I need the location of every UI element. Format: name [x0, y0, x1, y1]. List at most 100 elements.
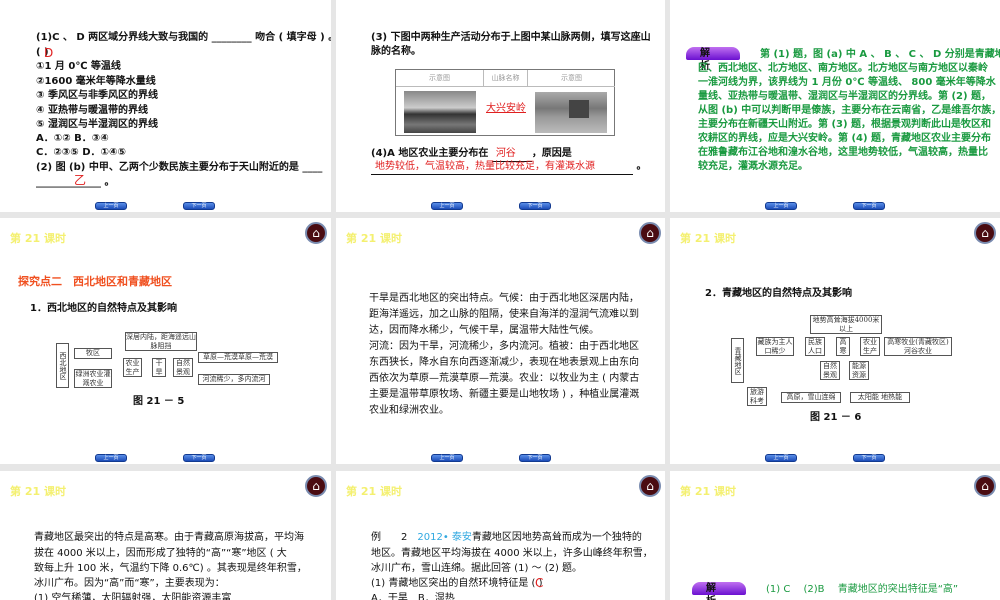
text-line: 冰川广布。因为“高”而“寒”，主要表现为： — [34, 578, 225, 589]
text-line: (1) 青藏地区突出的自然环境特征是 ( ) — [371, 578, 543, 589]
slide-8[interactable]: 第 21 课时 ⌂ 例 2 2012• 泰安青藏地区因地势高耸而成为一个独特的 … — [336, 471, 665, 600]
section-heading: 探究点二 西北地区和青藏地区 — [18, 275, 172, 288]
text-line: 河流：因为干旱，河流稀少，多内流河。植被：由于西北地区 — [369, 341, 639, 352]
slide-9[interactable]: 第 21 课时 ⌂ 解析 (1) C (2)B 青藏地区的突出特征是“高” — [670, 471, 1000, 600]
diagram-region: 西北地区 — [56, 343, 69, 388]
prev-button[interactable]: 上一页 — [431, 454, 463, 462]
diagram-ethnic: 民族人口 — [805, 337, 825, 356]
diagram-grass: 草原—荒漠草原—荒漠 — [198, 352, 278, 363]
text-line: A．①② B．③④ — [36, 133, 109, 144]
answer-c: C — [535, 576, 544, 590]
diagram-agri: 农业生产 — [860, 337, 880, 356]
prev-button[interactable]: 上一页 — [765, 454, 797, 462]
home-button[interactable]: ⌂ — [639, 475, 661, 497]
text-line: 冰川广布，雪山连绵。据此回答 (1) ～ (2) 题。 — [371, 563, 583, 574]
lesson-title: 第 21 课时 — [346, 232, 402, 245]
analysis-line: 量线、亚热带与暖温带、湿润区与半湿润区的分界线。第 (2) 题， — [698, 91, 992, 102]
text-line: 达，因而降水稀少，气候干旱，属温带大陆性气候。 — [369, 325, 599, 336]
slide-2[interactable]: (3) 下图中两种生产活动分布于上图中某山脉两侧，填写这座山 脉的名称。 示意图… — [336, 0, 665, 212]
text-line: 主要是温带草原牧场、新疆主要是山地牧场 ) ，种植业属灌溉 — [369, 389, 640, 400]
example-label: 例 2 — [371, 532, 408, 543]
analysis-badge: 解析 — [692, 582, 746, 600]
text-line: ③ 季风区与非季风区的界线 — [36, 90, 158, 101]
diagram-agri: 农业生产 — [123, 358, 142, 377]
subheading: 1．西北地区的自然特点及其影响 — [30, 303, 177, 314]
text-line: A．干旱 B．湿热 — [371, 593, 455, 600]
table-header: 示意图 — [528, 70, 615, 87]
home-button[interactable]: ⌂ — [639, 222, 661, 244]
analysis-line: 从图 (b) 中可以判断甲是傣族，主要分布在云南省，乙是维吾尔族， — [698, 105, 1000, 116]
mountain-answer: 大兴安岭 — [486, 103, 526, 114]
diagram-tibetan: 藏族为主人口稀少 — [756, 337, 794, 356]
analysis-badge: 解析 — [686, 47, 740, 72]
slide-1[interactable]: (1)C 、 D 两区域分界线大致与我国的 ________ 吻合 ( 填字母 … — [0, 0, 331, 212]
analysis-line: 较充足，灌溉水源充足。 — [698, 161, 808, 172]
diagram-oasis: 绿洲农业灌溉农业 — [74, 369, 112, 388]
q4-mid: ，原因是 — [531, 148, 572, 159]
slide-6[interactable]: 第 21 课时 ⌂ 2．青藏地区的自然特点及其影响 青藏地区 地势高耸海拔400… — [670, 218, 1000, 464]
pasture-photo — [404, 91, 476, 133]
text-line: ①1 月 0℃ 等温线 — [36, 61, 121, 72]
home-icon: ⌂ — [312, 226, 320, 240]
home-icon: ⌂ — [646, 479, 654, 493]
next-button[interactable]: 下一页 — [183, 454, 215, 462]
text-line: C．②③⑤ D．①④⑤ — [36, 147, 126, 158]
home-button[interactable]: ⌂ — [974, 222, 996, 244]
text-line: ⑤ 湿润区与半湿润区的界线 — [36, 119, 158, 130]
analysis-line: 区、西北地区、北方地区、南方地区。北方地区与南方地区以秦岭 — [698, 63, 988, 74]
diagram-river: 河流稀少，多内流河 — [198, 374, 270, 385]
figure-caption: 图 21 － 5 — [133, 396, 185, 407]
next-button[interactable]: 下一页 — [183, 202, 215, 210]
next-button[interactable]: 下一页 — [519, 202, 551, 210]
subheading: 2．青藏地区的自然特点及其影响 — [705, 288, 852, 299]
diagram-herd: 高寒牧业(青藏牧区)河谷农业 — [884, 337, 952, 356]
slide-4[interactable]: 第 21 课时 ⌂ 探究点二 西北地区和青藏地区 1．西北地区的自然特点及其影响… — [0, 218, 331, 464]
analysis-line: 第 (1) 题，图 (a) 中 A 、 B 、 C 、 D 分别是青藏地 — [760, 49, 1000, 60]
text-line: ②1600 毫米年等降水量线 — [36, 76, 156, 87]
diagram-dry: 干旱 — [152, 358, 166, 377]
text-line: (3) 下图中两种生产活动分布于上图中某山脉两侧，填写这座山 — [371, 32, 651, 43]
figure-caption: 图 21 － 6 — [810, 412, 862, 423]
diagram-solar: 太阳能 地热能 — [850, 392, 910, 403]
prev-button[interactable]: 上一页 — [431, 202, 463, 210]
slide-5[interactable]: 第 21 课时 ⌂ 干旱是西北地区的突出特点。气候：由于西北地区深居内陆， 距海… — [336, 218, 665, 464]
prev-button[interactable]: 上一页 — [95, 454, 127, 462]
diagram-energy: 能源资源 — [849, 361, 869, 380]
diagram-cold: 高寒 — [836, 337, 850, 356]
next-button[interactable]: 下一页 — [519, 454, 551, 462]
home-button[interactable]: ⌂ — [305, 475, 327, 497]
prev-button[interactable]: 上一页 — [765, 202, 797, 210]
text-line: 青藏地区最突出的特点是高寒。由于青藏高原海拔高，平均海 — [34, 532, 304, 543]
analysis-line: 在雅鲁藏布江谷地和湟水谷地，这里地势较低，气温较高，热量比 — [698, 147, 988, 158]
answer-d: D — [44, 46, 54, 60]
slide-7[interactable]: 第 21 课时 ⌂ 青藏地区最突出的特点是高寒。由于青藏高原海拔高，平均海 拔在… — [0, 471, 331, 600]
answer-yi: 乙 — [74, 173, 87, 187]
table-header: 山脉名称 — [484, 70, 528, 87]
next-button[interactable]: 下一页 — [853, 202, 885, 210]
next-button[interactable]: 下一页 — [853, 454, 885, 462]
text-line: 拔在 4000 米以上，因而形成了独特的“高”“寒”地区 ( 大 — [34, 548, 287, 559]
table-header: 示意图 — [396, 70, 484, 87]
text-line: 距海洋遥远，加之山脉的阻隔，使来自海洋的湿润气流难以到 — [369, 309, 639, 320]
analysis-line: (1) C (2)B 青藏地区的突出特征是“高” — [766, 584, 959, 595]
text-line: 东西狭长，降水自东向西逐渐减少，表现在地表景观上由东向 — [369, 357, 639, 368]
lesson-title: 第 21 课时 — [680, 485, 736, 498]
diagram-landscape: 自然景观 — [820, 361, 840, 380]
text-line: 致每上升 100 米，气温约下降 0.6℃) 。其表现是终年积雪， — [34, 563, 307, 574]
diagram-pastoral: 牧区 — [74, 348, 112, 359]
q4-reason-line: 地势较低，气温较高，热量比较充足，有灌溉水源 。 — [371, 160, 646, 175]
home-icon: ⌂ — [312, 479, 320, 493]
analysis-line: 一淮河线为界，该界线为 1 月份 0℃ 等温线、 800 毫米年等降水 — [698, 77, 996, 88]
home-button[interactable]: ⌂ — [305, 222, 327, 244]
home-icon: ⌂ — [646, 226, 654, 240]
home-icon: ⌂ — [981, 479, 989, 493]
text-line: 脉的名称。 — [371, 46, 421, 57]
diagram-cause: 深居内陆，距海遥远山脉阻挡 — [125, 332, 197, 351]
text-line: (1) 空气稀薄，太阳辐射强，太阳能资源丰富 — [34, 593, 232, 600]
analysis-line: 农耕区的界线，应是大兴安岭。第 (4) 题，青藏地区农业主要分布 — [698, 133, 992, 144]
prev-button[interactable]: 上一页 — [95, 202, 127, 210]
home-button[interactable]: ⌂ — [974, 475, 996, 497]
example-source: 2012• 泰安 — [417, 532, 472, 543]
slide-3[interactable]: 解析 第 (1) 题，图 (a) 中 A 、 B 、 C 、 D 分别是青藏地 … — [670, 0, 1000, 212]
diagram-terrain: 地势高耸海拔4000米以上 — [810, 315, 882, 334]
